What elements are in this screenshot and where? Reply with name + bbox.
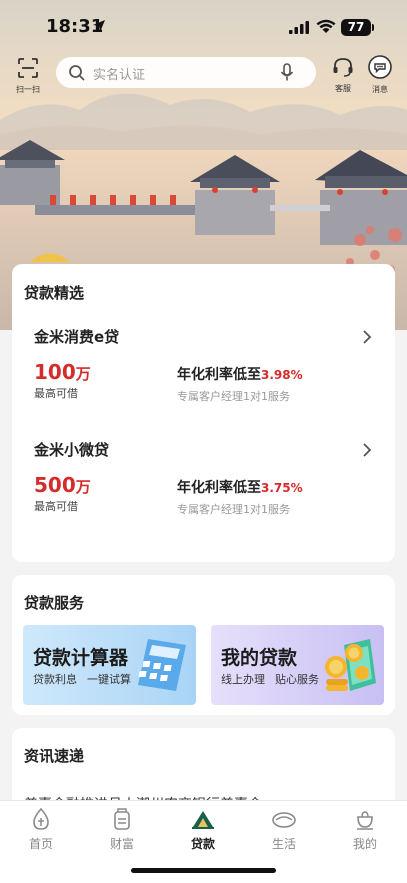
battery-cap (372, 24, 374, 31)
tab-label: 首页 (28, 837, 53, 851)
tile-subtitle: 贷款利息 一键试算 (33, 673, 131, 686)
search-icon (69, 65, 85, 81)
chevron-right-icon (363, 443, 372, 457)
loan-rate: 年化利率低至3.98% (177, 367, 303, 383)
loan-product-name: 金米消费e贷 (34, 328, 120, 346)
wifi-icon (316, 19, 336, 33)
tile-subtitle: 线上办理 贴心服务 (221, 673, 319, 686)
tile-title: 贷款计算器 (33, 647, 129, 669)
loan-section-title: 贷款精选 (24, 284, 85, 302)
my-loans-tile[interactable]: 我的贷款 线上办理 贴心服务 (211, 625, 384, 705)
tab-label: 我的 (352, 837, 377, 851)
coins-phone-icon (325, 639, 376, 691)
scan-icon (18, 58, 38, 78)
loan-max-amount: 500万 (34, 473, 91, 497)
service-label: 客服 (335, 84, 351, 93)
search-bar[interactable]: 实名认证 (56, 57, 316, 88)
customer-service-button[interactable]: 客服 (330, 57, 356, 94)
scan-button[interactable]: 扫一扫 (14, 57, 42, 95)
tab-wealth[interactable]: 财富 (92, 807, 152, 852)
tab-label: 生活 (271, 837, 296, 851)
loan-rate: 年化利率低至3.75% (177, 480, 303, 496)
wealth-icon (114, 808, 130, 830)
headset-icon (333, 58, 353, 77)
loan-product-name: 金米小微贷 (34, 441, 110, 459)
home-indicator (131, 868, 276, 873)
tab-loan[interactable]: 贷款 (173, 807, 233, 852)
loan-amount-label: 最高可借 (34, 500, 78, 513)
chevron-right-icon (363, 330, 372, 344)
signal-icon (289, 21, 309, 34)
status-bar: 18:31 77 (0, 0, 407, 50)
loan-product-item[interactable]: 金米小微贷 500万 最高可借 年化利率低至3.75% 专属客户经理1对1服务 (12, 439, 395, 539)
tab-home[interactable]: 首页 (11, 807, 71, 852)
calculator-icon (138, 639, 186, 691)
loan-calculator-tile[interactable]: 贷款计算器 贷款利息 一键试算 (23, 625, 196, 705)
news-section-title: 资讯速递 (24, 747, 85, 765)
loan-service-card: 贷款服务 贷款计算器 贷款利息 一键试算 我的贷款 线上办理 贴心服务 (12, 575, 395, 715)
tile-title: 我的贷款 (221, 647, 298, 669)
tab-mine[interactable]: 我的 (335, 807, 395, 852)
service-section-title: 贷款服务 (24, 594, 85, 612)
loan-icon (192, 811, 214, 829)
tab-label: 贷款 (190, 837, 215, 851)
microphone-icon[interactable] (280, 63, 294, 82)
mine-icon (357, 811, 373, 830)
life-icon (272, 812, 296, 828)
home-icon (33, 807, 49, 830)
loan-product-item[interactable]: 金米消费e贷 100万 最高可借 年化利率低至3.98% 专属客户经理1对1服务 (12, 326, 395, 426)
location-arrow-icon (93, 20, 105, 32)
battery-indicator: 77 (341, 19, 371, 36)
message-label: 消息 (372, 85, 388, 94)
loan-note: 专属客户经理1对1服务 (177, 503, 290, 516)
message-button[interactable]: 消息 (367, 55, 393, 95)
search-placeholder: 实名认证 (93, 68, 146, 83)
tab-life[interactable]: 生活 (254, 807, 314, 852)
message-bubble-icon (368, 55, 392, 79)
loan-max-amount: 100万 (34, 360, 91, 384)
loan-note: 专属客户经理1对1服务 (177, 390, 290, 403)
tab-label: 财富 (109, 837, 134, 851)
scan-label: 扫一扫 (16, 85, 40, 94)
loan-featured-card: 贷款精选 金米消费e贷 100万 最高可借 年化利率低至3.98% 专属客户经理… (12, 264, 395, 562)
loan-amount-label: 最高可借 (34, 387, 78, 400)
